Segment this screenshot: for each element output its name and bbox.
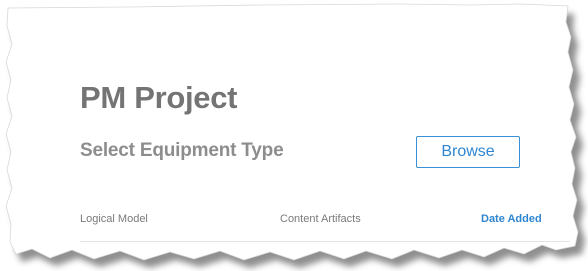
table-header-divider — [80, 241, 570, 242]
browse-button[interactable]: Browse — [416, 136, 520, 168]
column-header-content-artifacts[interactable]: Content Artifacts — [280, 213, 361, 225]
page-title: PM Project — [80, 80, 238, 115]
column-header-logical-model[interactable]: Logical Model — [80, 213, 148, 225]
table-header: Logical Model Content Artifacts Date Add… — [80, 213, 580, 231]
section-subtitle: Select Equipment Type — [80, 140, 284, 161]
equipment-panel: PM Project Select Equipment Type Browse … — [0, 0, 588, 271]
screenshot-stage: PM Project Select Equipment Type Browse … — [0, 0, 588, 271]
column-header-date-added[interactable]: Date Added — [481, 213, 542, 225]
